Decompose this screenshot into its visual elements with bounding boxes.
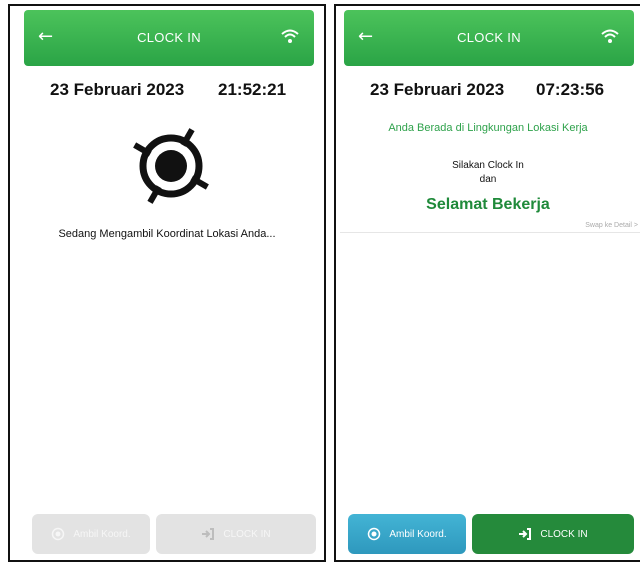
header-bar: ← CLOCK IN	[24, 10, 314, 66]
instruction-line-1: Silakan Clock In	[452, 160, 524, 171]
left-screen: ← CLOCK IN 23 Februari 2023 21:52:21 Sed…	[8, 4, 326, 562]
sign-in-icon	[202, 528, 215, 540]
date-label: 23 Februari 2023	[370, 80, 505, 99]
clock-in-button[interactable]: CLOCK IN	[472, 514, 634, 554]
wifi-icon	[601, 29, 619, 43]
right-screen: ← CLOCK IN 23 Februari 2023 07:23:56 And…	[334, 4, 640, 562]
header-bar: ← CLOCK IN	[344, 10, 634, 66]
time-label: 21:52:21	[218, 80, 287, 99]
divider	[340, 232, 640, 233]
ambil-koord-label: Ambil Koord.	[389, 528, 447, 540]
location-target-icon	[368, 527, 381, 541]
sign-in-icon	[519, 528, 532, 540]
ambil-koord-label: Ambil Koord.	[73, 528, 131, 540]
time-label: 07:23:56	[536, 80, 605, 99]
page-title: CLOCK IN	[457, 30, 521, 45]
wifi-icon	[281, 29, 299, 43]
location-status-text: Anda Berada di Lingkungan Lokasi Kerja	[388, 122, 588, 134]
greeting-text: Selamat Bekerja	[426, 196, 550, 213]
location-target-icon	[52, 527, 65, 541]
clock-in-label: CLOCK IN	[540, 528, 588, 540]
locating-target-icon	[133, 128, 209, 204]
ambil-koord-button[interactable]: Ambil Koord.	[348, 514, 466, 554]
swap-detail-link[interactable]: Swap ke Detail >	[585, 222, 638, 229]
page-title: CLOCK IN	[137, 30, 201, 45]
clock-in-button[interactable]: CLOCK IN	[156, 514, 316, 554]
date-label: 23 Februari 2023	[50, 80, 185, 99]
clock-in-label: CLOCK IN	[223, 528, 271, 540]
ambil-koord-button[interactable]: Ambil Koord.	[32, 514, 150, 554]
instruction-line-2: dan	[479, 174, 497, 185]
locating-status-text: Sedang Mengambil Koordinat Lokasi Anda..…	[58, 228, 276, 240]
